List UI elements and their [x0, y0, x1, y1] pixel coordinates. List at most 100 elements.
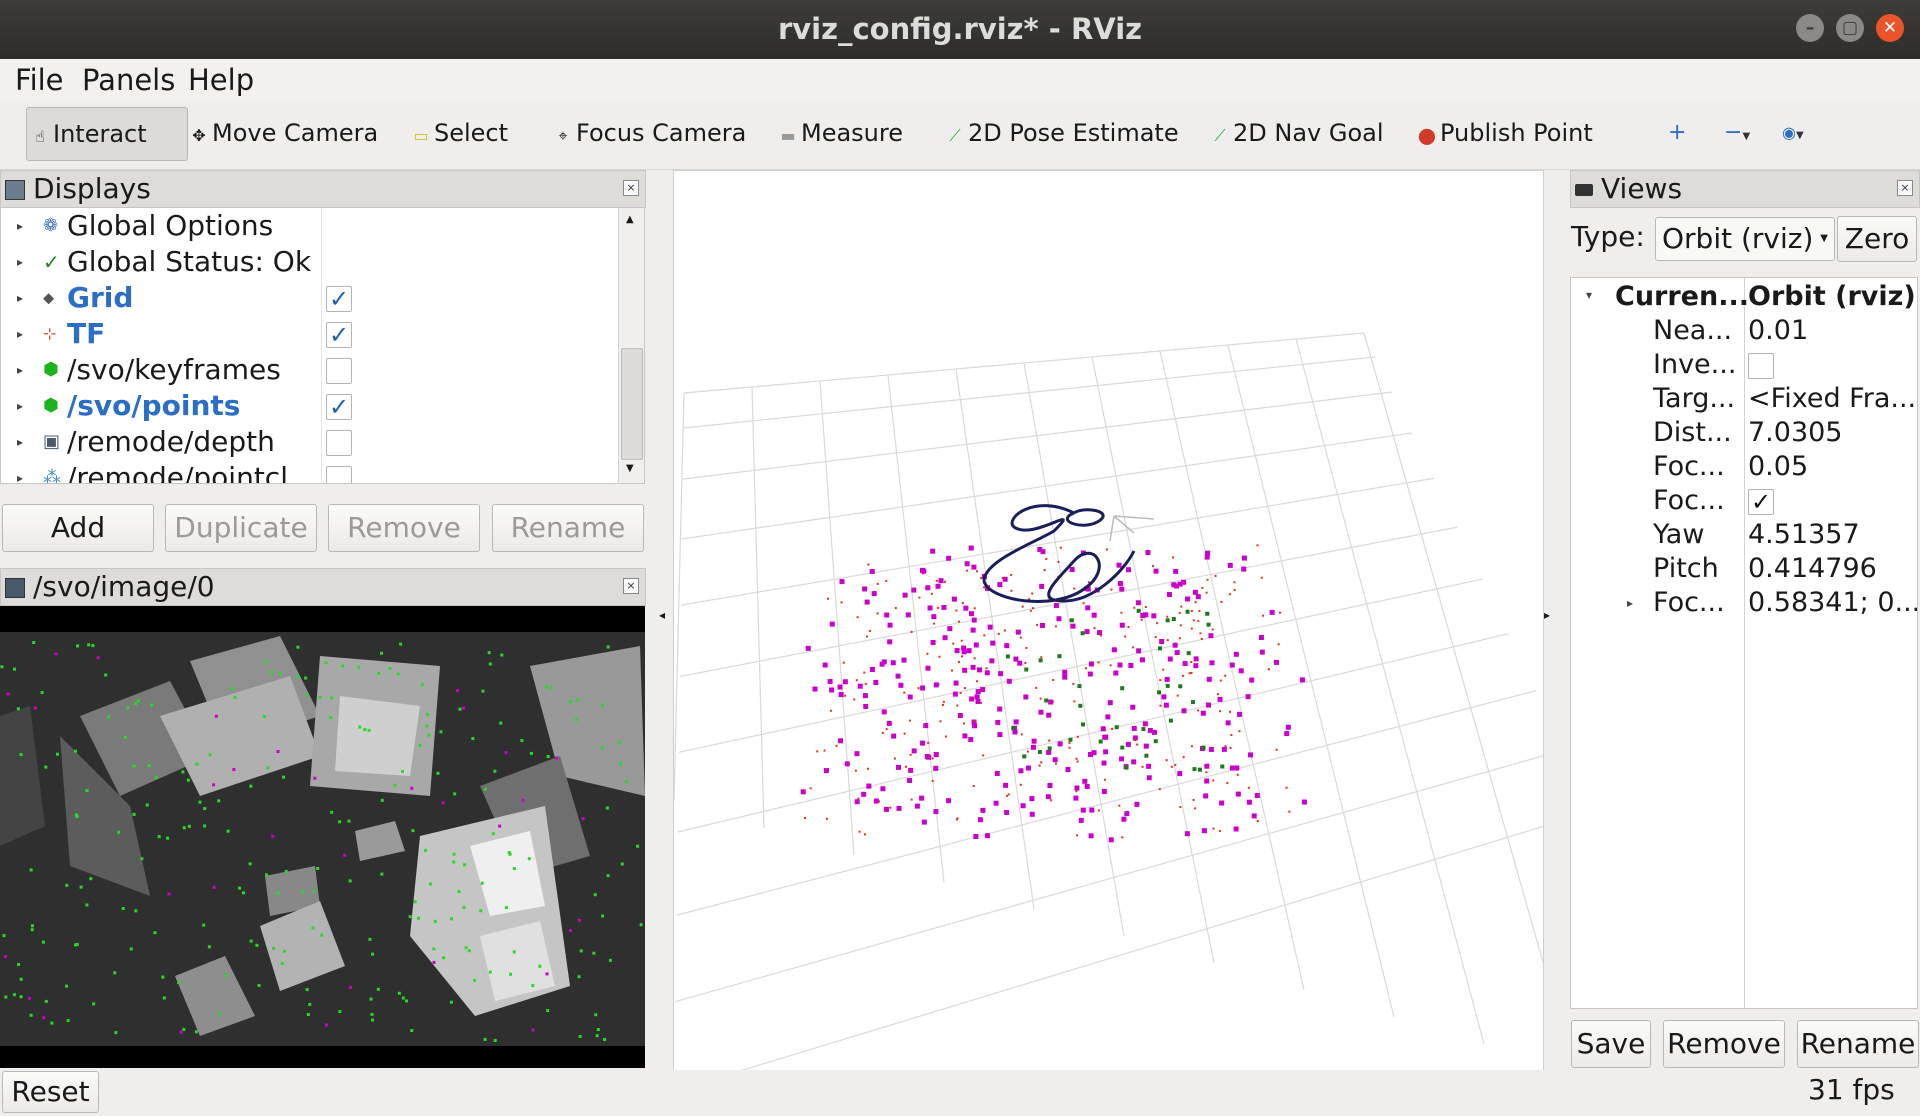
scroll-up-icon[interactable]: ▲ [626, 214, 634, 225]
expand-arrow-icon[interactable]: ▸ [17, 460, 23, 483]
property-pitch-key: Pitch [1653, 553, 1719, 584]
display-item-tf[interactable]: ▸ ⊹ TF ✓ [1, 316, 616, 352]
view-type-select[interactable]: Orbit (rviz) ▼ [1655, 217, 1835, 261]
render-canvas [673, 332, 1595, 1092]
display-label: /remode/pointcl [67, 461, 288, 484]
status-bar [0, 1070, 1920, 1116]
camera-image-view[interactable] [0, 606, 645, 1068]
display-label: /remode/depth [67, 425, 275, 458]
tool-select[interactable]: ▭ Select [408, 107, 512, 159]
collapse-arrow-icon[interactable]: ▾ [1586, 288, 1592, 302]
display-enabled-checkbox[interactable]: ✓ [326, 394, 352, 420]
panel-title: Views [1601, 172, 1683, 205]
tool-move-camera[interactable]: ✥ Move Camera [186, 107, 382, 159]
display-label: /svo/keyframes [67, 353, 281, 386]
zero-button[interactable]: Zero [1837, 216, 1917, 262]
scroll-down-icon[interactable]: ▼ [626, 463, 634, 474]
reset-button[interactable]: Reset [2, 1071, 99, 1113]
toolbar: ☝ Interact ✥ Move Camera ▭ Select ⌖ Focus Ca… [0, 99, 1920, 170]
property-distance-value[interactable]: 7.0305 [1748, 417, 1842, 448]
render-3d-view[interactable] [673, 170, 1595, 1092]
tool-focus-camera[interactable]: ⌖ Focus Camera [550, 107, 750, 159]
hand-icon: ☝ [35, 127, 45, 146]
tool-publish-point[interactable]: ⬤ Publish Point [1414, 107, 1597, 159]
remove-view-button[interactable]: Remove [1663, 1020, 1785, 1068]
expand-arrow-icon[interactable]: ▸ [17, 208, 23, 244]
display-item-svo-keyframes[interactable]: ▸ ⬢ /svo/keyframes [1, 352, 616, 388]
display-enabled-checkbox[interactable]: ✓ [326, 286, 352, 312]
property-target-frame-value[interactable]: <Fixed Fra... [1748, 383, 1916, 414]
title-bar: rviz_config.rviz* - RViz – ▢ ✕ [0, 0, 1920, 59]
display-enabled-checkbox[interactable] [326, 358, 352, 384]
tool-label: Select [434, 119, 509, 147]
expand-arrow-icon[interactable]: ▸ [17, 280, 23, 316]
move-camera-icon: ✥ [192, 126, 206, 145]
tool-2d-pose-estimate[interactable]: ⟋ 2D Pose Estimate [942, 107, 1183, 159]
scrollbar-thumb[interactable] [621, 348, 643, 460]
scrollbar[interactable]: ▲ ▼ [618, 208, 644, 483]
duplicate-display-button[interactable]: Duplicate [165, 504, 317, 552]
camera-image [0, 632, 645, 1046]
expand-arrow-icon[interactable]: ▸ [17, 388, 23, 424]
display-label: TF [67, 317, 106, 350]
display-item-global-options[interactable]: ▸ ❁ Global Options [1, 208, 616, 244]
menu-file[interactable]: File [15, 63, 64, 97]
expand-arrow-icon[interactable]: ▸ [17, 424, 23, 460]
display-enabled-checkbox[interactable] [326, 466, 352, 483]
panel-title: Displays [33, 172, 151, 205]
property-yaw-value[interactable]: 4.51357 [1748, 519, 1860, 550]
property-near-clip-value[interactable]: 0.01 [1748, 315, 1808, 346]
expand-arrow-icon[interactable]: ▸ [1627, 596, 1633, 610]
tool-label: 2D Nav Goal [1233, 119, 1384, 147]
display-enabled-checkbox[interactable] [326, 430, 352, 456]
display-label: Global Status: Ok [67, 245, 312, 278]
property-pitch-value[interactable]: 0.414796 [1748, 553, 1877, 584]
menu-panels[interactable]: Panels [82, 63, 175, 97]
expand-arrow-icon[interactable]: ▸ [17, 352, 23, 388]
map-pin-icon: ⬤ [1418, 126, 1436, 145]
expand-arrow-icon[interactable]: ▸ [17, 316, 23, 352]
property-invert-checkbox[interactable] [1748, 353, 1774, 379]
tool-2d-nav-goal[interactable]: ⟋ 2D Nav Goal [1207, 107, 1388, 159]
display-item-svo-points[interactable]: ▸ ⬢ /svo/points ✓ [1, 388, 616, 424]
close-panel-icon[interactable]: × [623, 578, 639, 594]
display-item-grid[interactable]: ▸ ⬥ Grid ✓ [1, 280, 616, 316]
property-near-clip-key: Nea... [1653, 315, 1733, 346]
expand-arrow-icon[interactable]: ▸ [17, 244, 23, 280]
display-enabled-checkbox[interactable]: ✓ [326, 322, 352, 348]
close-button[interactable]: ✕ [1876, 14, 1904, 42]
minus-icon: − [1724, 120, 1743, 145]
add-tool-button[interactable]: + [1664, 107, 1690, 159]
property-focal-shape-fixed-checkbox[interactable]: ✓ [1748, 489, 1774, 515]
chevron-down-icon: ▼ [1742, 131, 1751, 142]
display-item-remode-pointcloud[interactable]: ▸ ⁂ /remode/pointcl [1, 460, 616, 484]
tool-interact[interactable]: ☝ Interact [26, 107, 188, 161]
views-property-tree: ▾ Curren... Orbit (rviz) Nea... 0.01 Inv… [1570, 277, 1918, 1009]
select-icon: ▭ [413, 126, 429, 145]
save-view-button[interactable]: Save [1571, 1020, 1651, 1068]
display-item-remode-depth[interactable]: ▸ ▣ /remode/depth [1, 424, 616, 460]
rename-view-button[interactable]: Rename [1797, 1020, 1919, 1068]
display-item-global-status[interactable]: ▸ ✓ Global Status: Ok [1, 244, 616, 280]
collapse-left-dock-icon[interactable]: ◂ [659, 608, 665, 622]
close-panel-icon[interactable]: × [623, 180, 639, 196]
green-arrow-icon: ⟋ [1214, 126, 1226, 145]
rename-display-button[interactable]: Rename [492, 504, 644, 552]
monitor-icon [5, 180, 25, 200]
tool-measure[interactable]: ▬ Measure [775, 107, 907, 159]
close-panel-icon[interactable]: × [1897, 180, 1913, 196]
menu-help[interactable]: Help [188, 63, 254, 97]
property-focal-shape-size-value[interactable]: 0.05 [1748, 451, 1808, 482]
remove-tool-button[interactable]: −▼ [1720, 107, 1754, 159]
fps-readout: 31 fps [1808, 1073, 1895, 1106]
tool-label: Publish Point [1440, 119, 1593, 147]
maximize-button[interactable]: ▢ [1836, 14, 1864, 42]
minimize-button[interactable]: – [1796, 14, 1824, 42]
collapse-right-dock-icon[interactable]: ▸ [1544, 608, 1550, 622]
tool-properties-button[interactable]: ◉▼ [1778, 107, 1808, 159]
add-display-button[interactable]: Add [2, 504, 154, 552]
tool-label: Move Camera [212, 119, 379, 147]
remove-display-button[interactable]: Remove [328, 504, 480, 552]
property-focal-shape-size-key: Foc... [1653, 451, 1725, 482]
property-focal-point-value[interactable]: 0.58341; 0... [1748, 587, 1917, 618]
